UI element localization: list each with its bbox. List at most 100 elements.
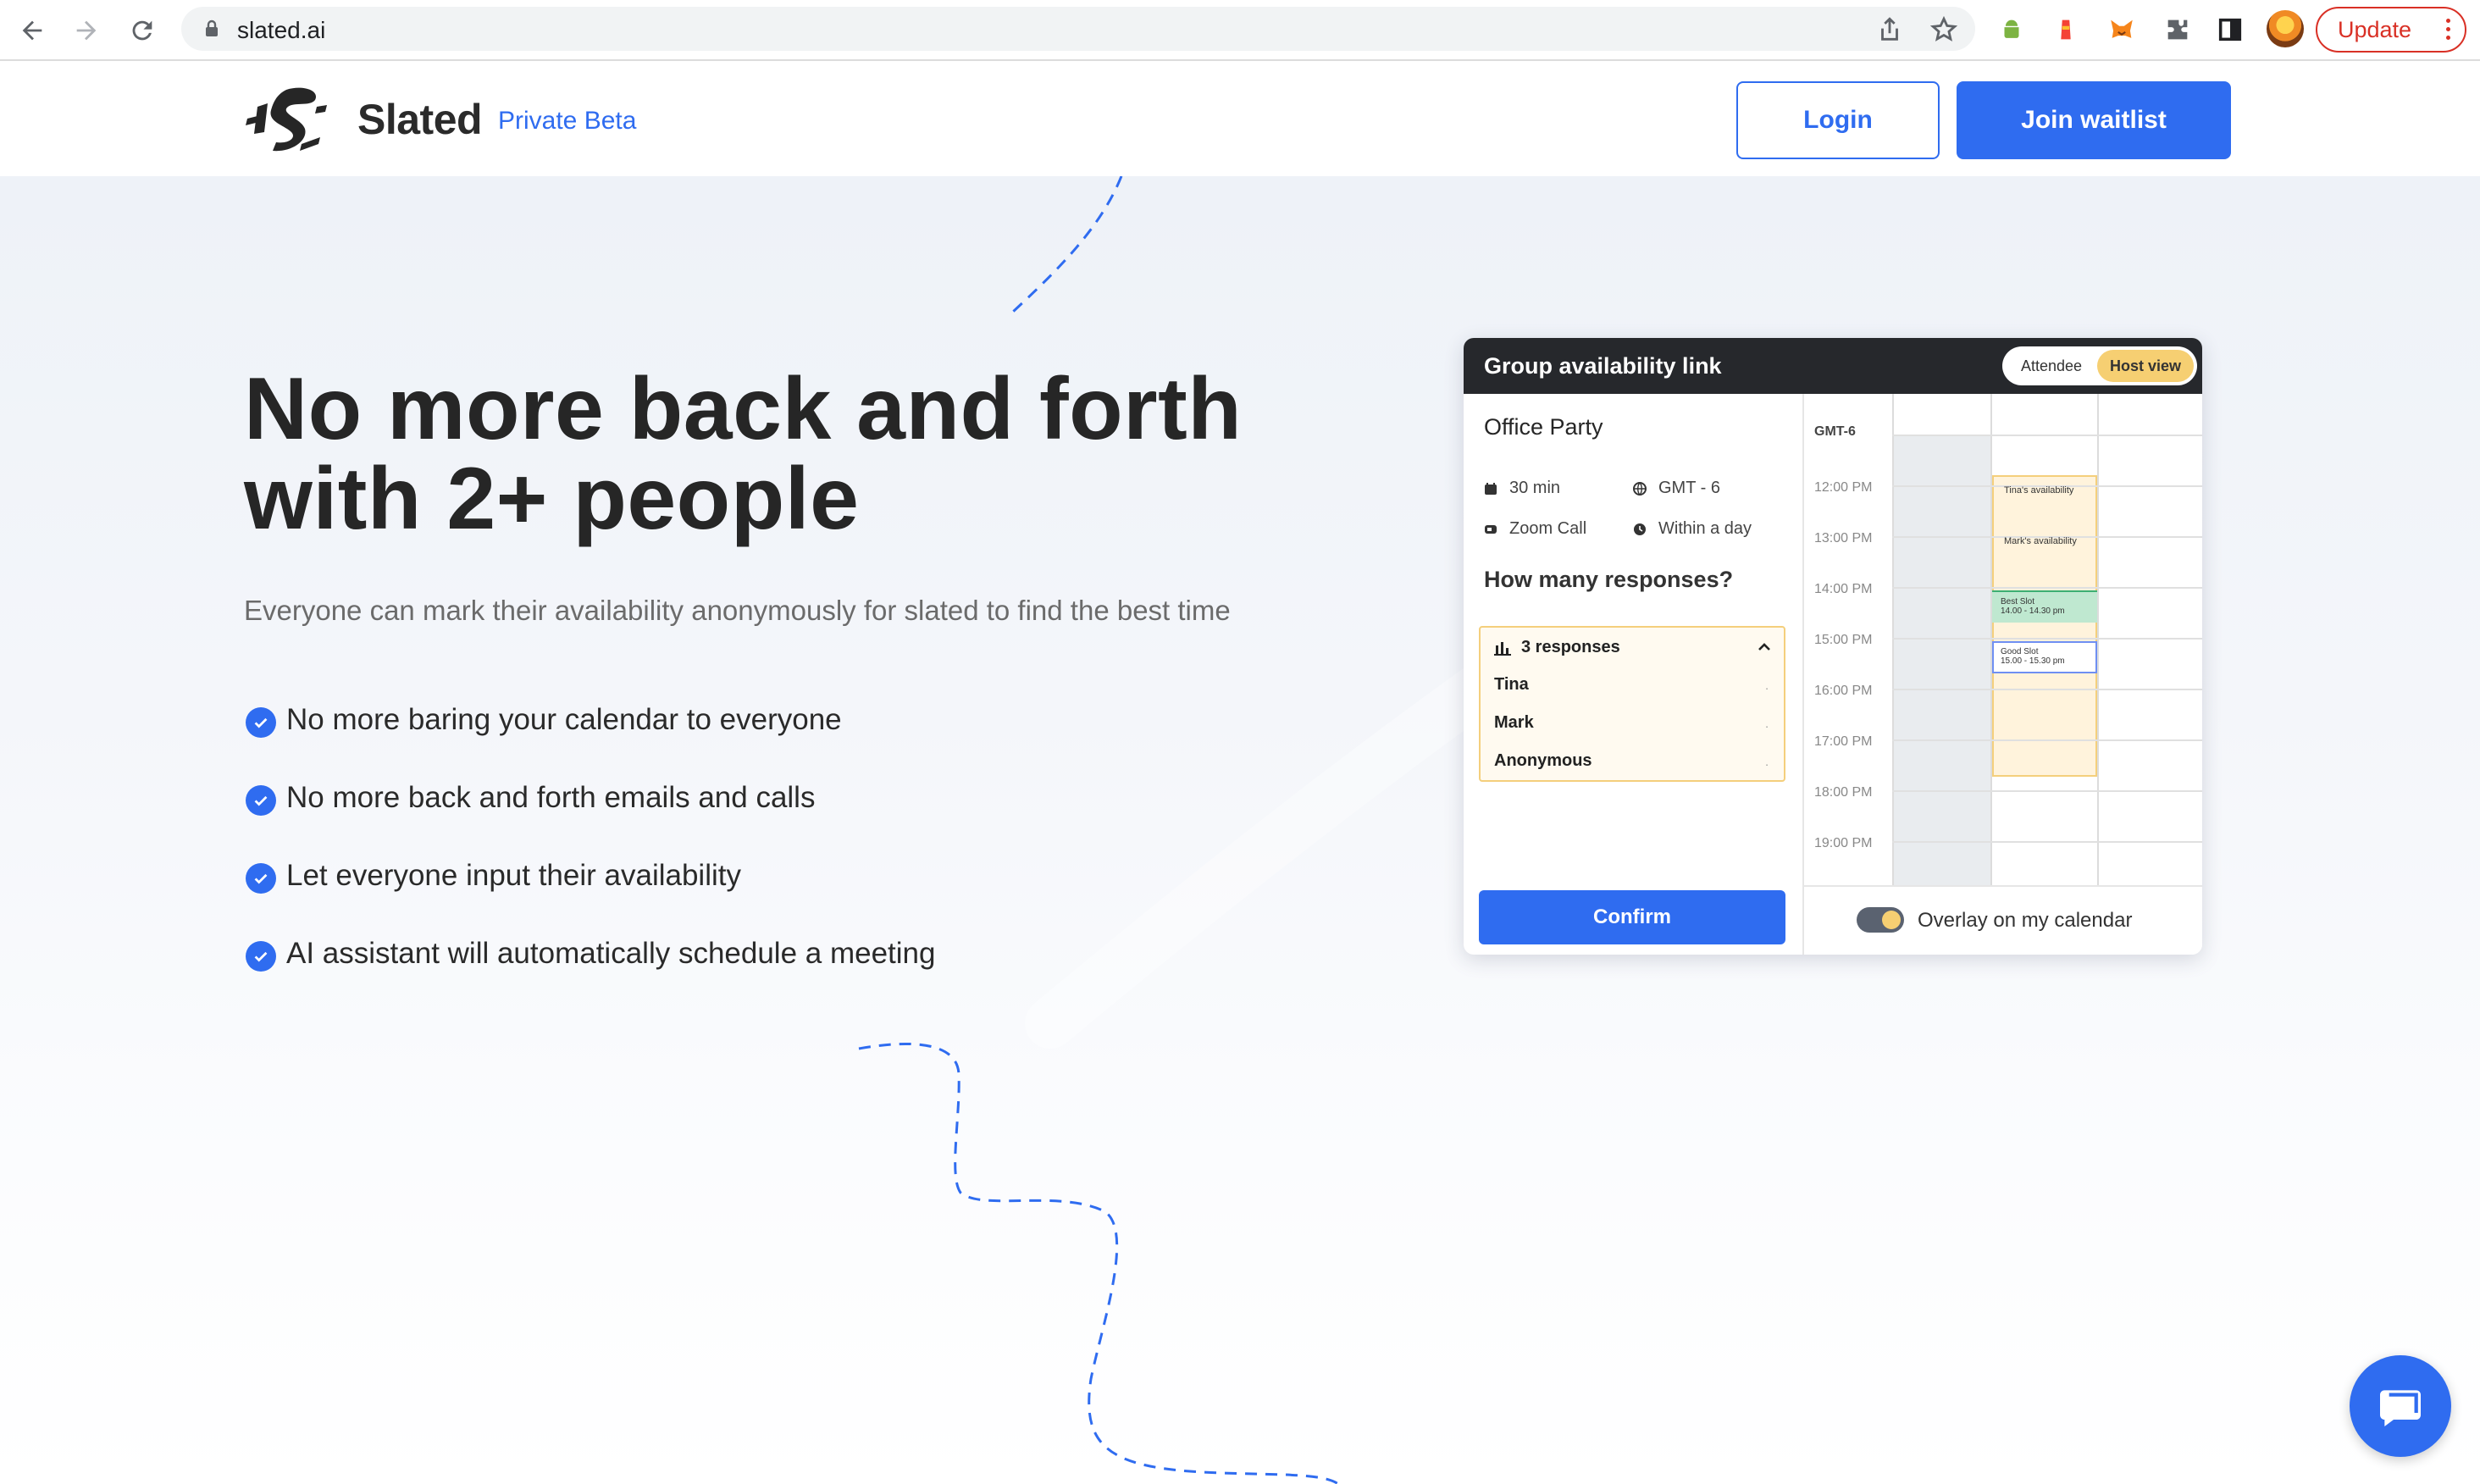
site-header: Slated Private Beta Login Join waitlist [0, 61, 2480, 176]
update-button[interactable]: Update [2316, 7, 2466, 53]
feature-item: No more baring your calendar to everyone [246, 681, 935, 759]
feature-list: No more baring your calendar to everyone… [246, 681, 935, 993]
respondent-marker: . [1765, 678, 1769, 692]
video-call-icon [1485, 524, 1497, 534]
feature-text: No more back and forth emails and calls [286, 781, 816, 814]
side-panel-icon[interactable] [2214, 14, 2246, 46]
browser-toolbar: slated.ai Update [0, 0, 2480, 61]
overlay-label: Overlay on my calendar [1918, 909, 2133, 932]
feature-item: AI assistant will automatically schedule… [246, 915, 935, 993]
calendar-pane: Tina's availability Mark's availability … [1802, 394, 2202, 955]
feature-item: No more back and forth emails and calls [246, 759, 935, 837]
join-waitlist-button[interactable]: Join waitlist [1957, 81, 2231, 159]
hero-subtext: Everyone can mark their availability ano… [244, 595, 1231, 626]
grid-column-line [1892, 394, 1894, 885]
mark-availability-label: Mark's availability [2004, 536, 2077, 546]
grid-row-line [1892, 435, 2202, 436]
good-slot[interactable]: Good Slot 15.00 - 15.30 pm [1992, 641, 2097, 673]
overlay-toggle-switch[interactable] [1857, 907, 1904, 933]
hero-headline: No more back and forth with 2+ people [244, 364, 1430, 544]
time-label: 18:00 PM [1814, 785, 1873, 800]
headline-line-1: No more back and forth [244, 360, 1243, 458]
event-details-pane: Office Party 30 min GMT - 6 Zoom Call Wi… [1464, 394, 1802, 955]
respondent-name: Mark [1494, 713, 1534, 732]
time-label: 14:00 PM [1814, 582, 1873, 596]
time-label: 16:00 PM [1814, 684, 1873, 698]
grid-row-line [1892, 587, 2202, 589]
deadline-text: Within a day [1658, 519, 1752, 538]
forward-icon[interactable] [68, 12, 105, 49]
profile-avatar[interactable] [2267, 10, 2304, 47]
responses-count: 3 responses [1521, 638, 1620, 656]
overlay-setting: Overlay on my calendar [1804, 885, 2202, 955]
chat-bubble-icon [2380, 1390, 2421, 1426]
android-extension-icon[interactable] [1996, 14, 2028, 46]
back-icon[interactable] [14, 12, 51, 49]
widget-title: Group availability link [1484, 353, 1722, 379]
more-vert-icon [2446, 19, 2451, 42]
respondent-marker: . [1765, 755, 1769, 768]
lock-icon [206, 19, 218, 36]
hero-section: No more back and forth with 2+ people Ev… [0, 176, 2480, 1484]
globe-icon [1633, 481, 1647, 496]
grid-row-line [1892, 790, 2202, 792]
respondent-name: Tina [1494, 675, 1529, 694]
chat-bubble-button[interactable] [2350, 1355, 2451, 1457]
location-meta: Zoom Call [1484, 519, 1586, 539]
good-slot-time: 15.00 - 15.30 pm [2001, 656, 2065, 666]
feature-text: AI assistant will automatically schedule… [286, 937, 936, 970]
grid-column-line [2097, 394, 2099, 885]
metamask-extension-icon[interactable] [2106, 14, 2138, 46]
check-circle-icon [246, 785, 276, 816]
calendar-grid[interactable]: Tina's availability Mark's availability … [1804, 394, 2202, 885]
attendee-view-option[interactable]: Attendee [2006, 350, 2097, 382]
address-bar[interactable]: slated.ai [181, 7, 1975, 51]
update-label: Update [2338, 16, 2412, 42]
view-toggle[interactable]: Attendee Host view [2002, 346, 2197, 385]
timezone-text: GMT - 6 [1658, 479, 1720, 497]
grid-row-line [1892, 689, 2202, 690]
headline-line-2: with 2+ people [244, 450, 860, 548]
timezone-meta: GMT - 6 [1633, 479, 1720, 498]
calendar-timezone: GMT-6 [1814, 424, 1856, 439]
respondent-name: Anonymous [1494, 751, 1592, 770]
extensions-puzzle-icon[interactable] [2162, 14, 2194, 46]
best-slot[interactable]: Best Slot 14.00 - 14.30 pm [1992, 590, 2097, 623]
toggle-knob [1882, 911, 1901, 929]
feature-item: Let everyone input their availability [246, 837, 935, 915]
time-label: 19:00 PM [1814, 836, 1873, 850]
confirm-button[interactable]: Confirm [1479, 890, 1785, 944]
location-text: Zoom Call [1509, 519, 1587, 538]
availability-widget: Group availability link Attendee Host vi… [1464, 338, 2202, 955]
time-label: 15:00 PM [1814, 633, 1873, 647]
chevron-up-icon[interactable] [1757, 640, 1772, 655]
check-circle-icon [246, 863, 276, 894]
tina-availability-label: Tina's availability [2004, 485, 2074, 496]
check-circle-icon [246, 941, 276, 972]
host-view-option[interactable]: Host view [2097, 350, 2194, 382]
event-name: Office Party [1484, 414, 1603, 440]
lighthouse-extension-icon[interactable] [2050, 14, 2082, 46]
share-icon[interactable] [1875, 15, 1904, 44]
check-circle-icon [246, 707, 276, 738]
group-availability-block [1992, 475, 2097, 777]
responses-summary: 3 responses [1494, 638, 1620, 657]
url-text: slated.ai [237, 17, 326, 43]
feature-text: Let everyone input their availability [286, 859, 741, 892]
brand-name: Slated [357, 96, 483, 143]
login-button[interactable]: Login [1736, 81, 1940, 159]
reload-icon[interactable] [124, 12, 161, 49]
responses-question: How many responses? [1484, 567, 1734, 592]
responses-dropdown[interactable]: 3 responses Tina . Mark . Anonymous . [1479, 626, 1785, 782]
bar-chart-icon [1494, 641, 1511, 656]
respondent-marker: . [1765, 717, 1769, 730]
grid-row-line [1892, 841, 2202, 843]
duration-meta: 30 min [1484, 479, 1560, 498]
calendar-icon [1485, 482, 1497, 495]
star-icon[interactable] [1929, 15, 1958, 44]
duration-text: 30 min [1509, 479, 1561, 497]
feature-text: No more baring your calendar to everyone [286, 703, 842, 736]
good-slot-title: Good Slot [2001, 647, 2039, 656]
busy-column [1892, 435, 1990, 885]
time-label: 17:00 PM [1814, 734, 1873, 749]
